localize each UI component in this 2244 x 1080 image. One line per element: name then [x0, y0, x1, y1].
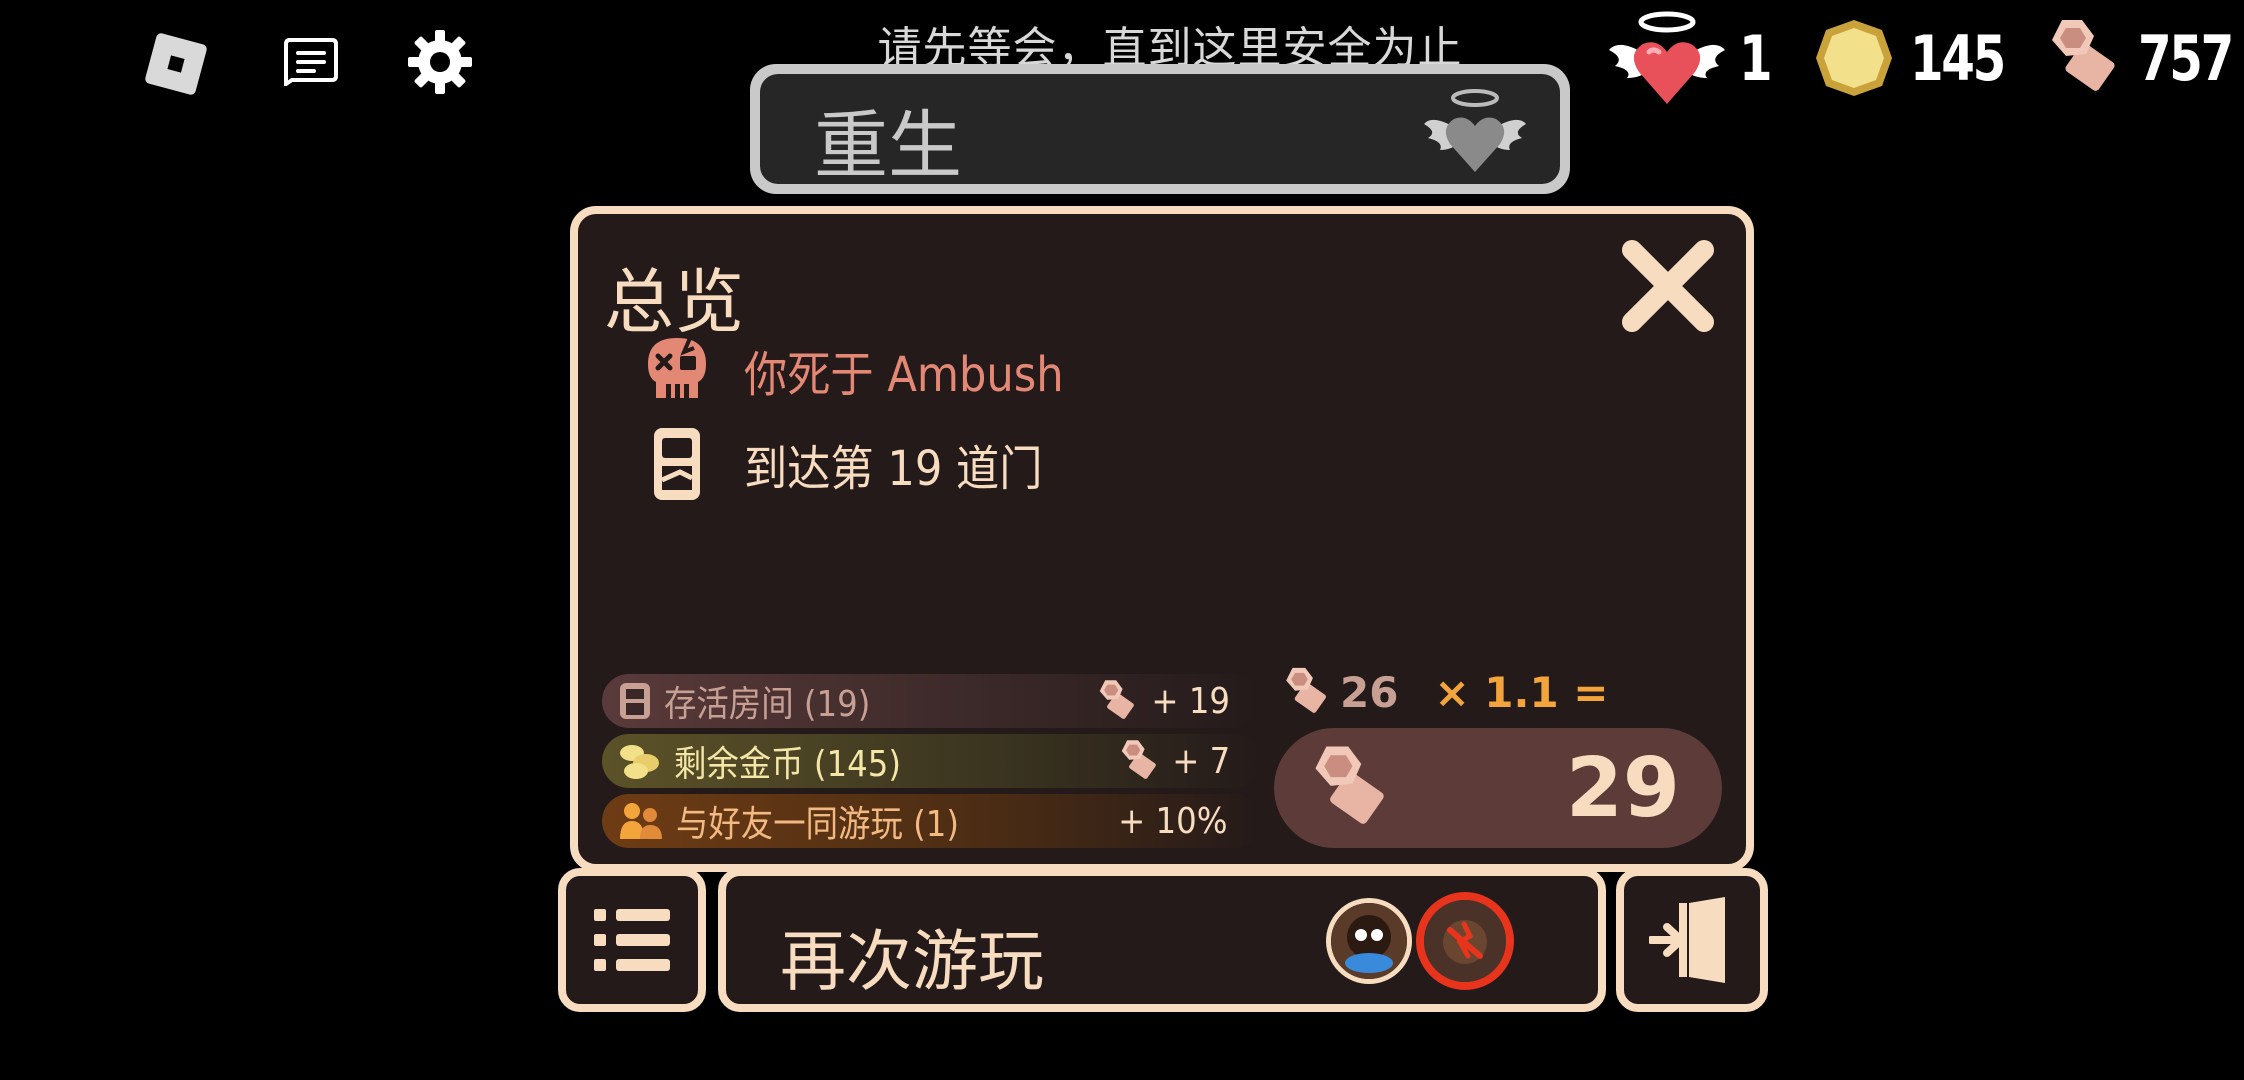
revive-count: 1 — [1739, 21, 1773, 95]
play-again-label: 再次游玩 — [780, 923, 1044, 1000]
bonus-row-rooms: 存活房间 (19) + 19 — [602, 674, 1262, 728]
knobs-counter: 757 — [2036, 8, 2244, 108]
bonus-row-friends: 与好友一同游玩 (1) + 10% — [602, 794, 1262, 848]
bonus-value-text: + 19 — [1150, 680, 1230, 722]
formula-multiplier: × 1.1 = — [1434, 667, 1609, 717]
roblox-logo-icon — [145, 33, 207, 95]
bonus-row-gold: 剩余金币 (145) + 7 — [602, 734, 1262, 788]
knob-icon — [1099, 680, 1134, 719]
bonus-value-text: + 10% — [1118, 800, 1228, 842]
bonus-value: + 19 — [1091, 677, 1234, 725]
player-avatar-icon — [1424, 900, 1506, 982]
bonus-label: 剩余金币 (145) — [674, 744, 902, 785]
exit-door-icon — [1649, 897, 1725, 983]
bonus-label: 存活房间 (19) — [664, 684, 871, 725]
bonus-value-text: + 7 — [1172, 740, 1231, 782]
door-icon — [654, 428, 700, 500]
revive-counter: 1 — [1605, 8, 1779, 108]
knob-icon — [1286, 667, 1326, 713]
skull-icon — [648, 337, 706, 398]
player-avatar-icon — [1331, 903, 1407, 979]
door-icon — [620, 683, 650, 719]
list-button[interactable] — [558, 868, 706, 1012]
bonus-label: 与好友一同游玩 (1) — [676, 804, 960, 845]
revive-label: 重生 — [814, 103, 962, 189]
revive-button-inner: 重生 — [760, 74, 1560, 189]
knob-icon — [1122, 740, 1157, 779]
exit-button[interactable] — [1616, 868, 1768, 1012]
coins-icon — [620, 745, 659, 779]
roblox-menu-button[interactable] — [142, 30, 210, 98]
knob-icon — [2052, 20, 2115, 91]
avatar — [1416, 892, 1514, 990]
gold-coin-icon — [1816, 20, 1892, 96]
winged-heart-icon — [1609, 11, 1725, 104]
close-button[interactable] — [1620, 238, 1716, 334]
bonus-value: + 7 — [1113, 737, 1234, 785]
chat-icon — [284, 38, 338, 88]
panel-title: 总览 — [604, 261, 744, 343]
death-cause-row: 你死于 Ambush — [640, 334, 1099, 406]
settings-button[interactable] — [406, 28, 474, 96]
knobs-count: 757 — [2138, 21, 2234, 95]
winged-heart-icon — [1424, 89, 1526, 172]
knobs-total-value: 29 — [1565, 740, 1680, 836]
death-cause-text: 你死于 Ambush — [744, 347, 1064, 403]
friends-icon — [620, 803, 662, 839]
door-reached-row: 到达第 19 道门 — [640, 424, 1076, 504]
bonus-value: + 10% — [1112, 801, 1234, 842]
revive-button[interactable]: 重生 — [750, 64, 1570, 194]
chat-button[interactable] — [282, 36, 338, 88]
gear-icon — [408, 30, 472, 94]
knob-icon — [1315, 746, 1384, 824]
gold-counter: 145 — [1812, 8, 2030, 108]
gold-count: 145 — [1910, 21, 2006, 95]
knobs-total: 29 — [1274, 728, 1722, 848]
play-again-button[interactable]: 再次游玩 — [718, 868, 1606, 1012]
door-reached-text: 到达第 19 道门 — [744, 441, 1043, 497]
list-icon — [594, 909, 670, 971]
close-icon — [1622, 240, 1714, 332]
formula-base: 26 — [1340, 667, 1399, 717]
knobs-formula: 26 × 1.1 = — [1276, 664, 1608, 720]
avatar — [1326, 898, 1412, 984]
